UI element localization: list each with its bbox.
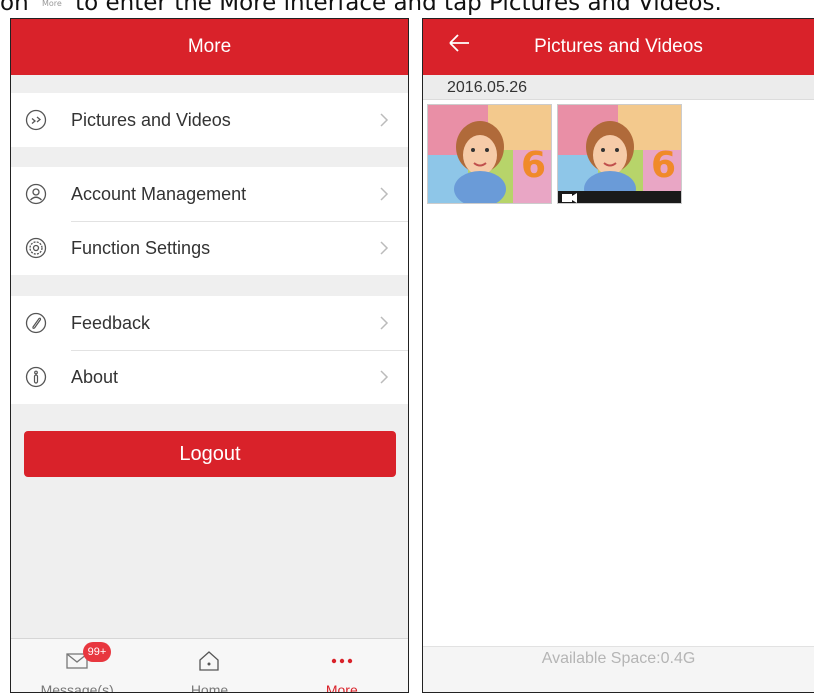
menu-item-pictures-and-videos[interactable]: Pictures and Videos: [11, 93, 408, 147]
svg-text:6: 6: [651, 145, 676, 186]
more-screen: More Pictures and Videos Account Managem…: [10, 18, 409, 693]
home-icon: [199, 651, 220, 671]
available-space-text: Available Space:0.4G: [541, 650, 696, 667]
menu-item-account-management[interactable]: Account Management: [11, 167, 408, 221]
media-thumbnail-picture[interactable]: 6: [427, 104, 552, 204]
tab-label: Home: [190, 682, 229, 693]
chevron-right-icon: [380, 241, 389, 255]
svg-text:6: 6: [521, 145, 546, 186]
chevron-right-icon: [380, 370, 389, 384]
menu-item-label: Pictures and Videos: [71, 109, 231, 130]
tab-home[interactable]: Home: [143, 639, 275, 693]
menu-item-about[interactable]: About: [11, 350, 408, 404]
menu-item-label: Feedback: [71, 312, 151, 333]
about-icon: [25, 366, 47, 388]
child-video-thumbnail: 6: [558, 105, 681, 203]
menu-group-1: Pictures and Videos: [11, 93, 408, 147]
date-header: 2016.05.26: [423, 75, 814, 100]
pictures-title: Pictures and Videos: [534, 36, 703, 57]
chevron-right-icon: [380, 113, 389, 127]
chevron-right-icon: [380, 316, 389, 330]
menu-group-2: Account Management Function Settings: [11, 167, 408, 275]
more-title: More: [187, 36, 232, 57]
feedback-icon: [25, 312, 47, 334]
available-space-footer: Available Space:0.4G: [423, 646, 814, 692]
pictures-icon: [25, 109, 47, 131]
tab-label: Message(s): [40, 682, 114, 693]
chevron-right-icon: [380, 187, 389, 201]
instruction-caption: on More to enter the More interface and …: [0, 0, 814, 20]
tab-messages[interactable]: 99+ Message(s): [11, 639, 143, 693]
child-photo-thumbnail: 6: [428, 105, 551, 203]
pictures-titlebar: Pictures and Videos: [423, 19, 814, 75]
caption-prefix: on: [0, 0, 29, 16]
menu-item-feedback[interactable]: Feedback: [11, 296, 408, 350]
message-count-badge: 99+: [83, 642, 111, 662]
pictures-videos-screen: Pictures and Videos 2016.05.26 6 6 Avail…: [422, 18, 814, 693]
more-titlebar: More: [11, 19, 408, 75]
account-icon: [25, 183, 47, 205]
menu-item-label: About: [71, 366, 119, 387]
more-mini-icon: More: [41, 0, 62, 8]
settings-icon: [25, 237, 47, 259]
menu-item-label: Account Management: [71, 183, 247, 204]
menu-item-function-settings[interactable]: Function Settings: [11, 221, 408, 275]
tab-label: More: [325, 682, 358, 693]
media-thumbnail-video[interactable]: 6: [557, 104, 682, 204]
tab-more[interactable]: More: [276, 639, 408, 693]
more-dots-icon: [331, 658, 353, 664]
caption-text: to enter the More interface and tap Pict…: [75, 0, 722, 16]
logout-button[interactable]: Logout: [24, 431, 396, 477]
menu-group-3: Feedback About: [11, 296, 408, 404]
back-arrow-icon[interactable]: [447, 31, 471, 55]
bottom-tab-bar: 99+ Message(s) Home More: [11, 638, 408, 693]
menu-item-label: Function Settings: [71, 237, 211, 258]
